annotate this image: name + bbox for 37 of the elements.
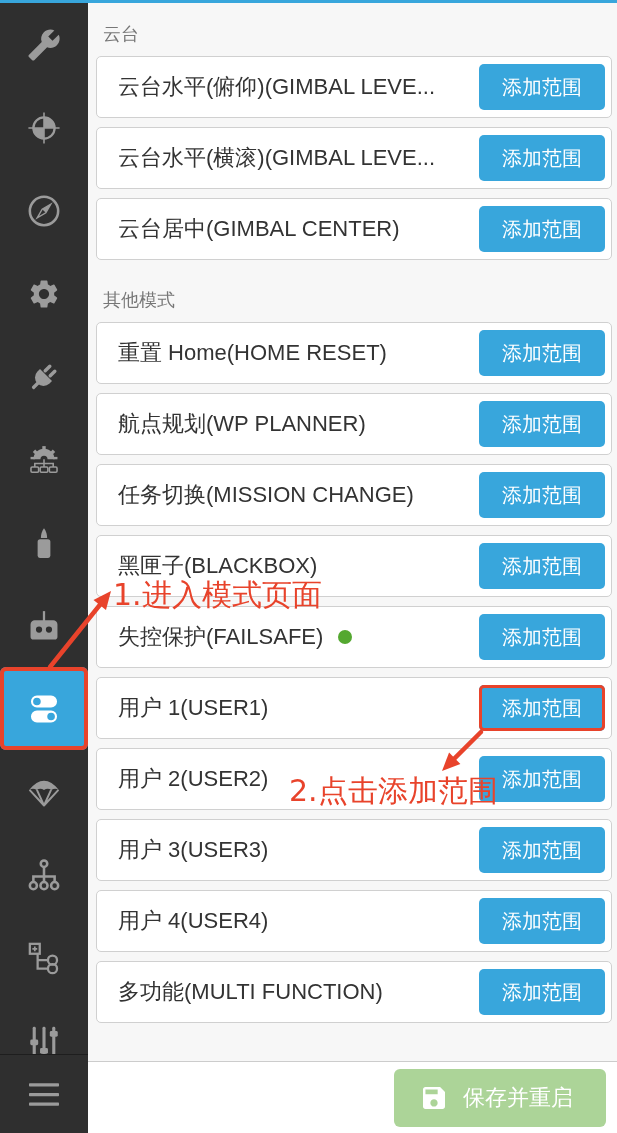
mode-label: 失控保护(FAILSAFE) — [118, 624, 324, 650]
menu-button[interactable] — [29, 1081, 59, 1107]
add-range-button[interactable]: 添加范围 — [479, 614, 605, 660]
mode-label: 黑匣子(BLACKBOX) — [118, 553, 318, 579]
mode-label: 任务切换(MISSION CHANGE) — [118, 482, 414, 508]
add-range-button[interactable]: 添加范围 — [479, 401, 605, 447]
mode-label: 云台居中(GIMBAL CENTER) — [118, 216, 400, 242]
mode-label: 多功能(MULTI FUNCTION) — [118, 979, 383, 1005]
add-range-button[interactable]: 添加范围 — [479, 64, 605, 110]
add-range-button[interactable]: 添加范围 — [479, 898, 605, 944]
add-range-button[interactable]: 添加范围 — [479, 330, 605, 376]
hierarchy-icon — [27, 857, 61, 892]
add-range-button[interactable]: 添加范围 — [479, 969, 605, 1015]
add-range-button[interactable]: 添加范围 — [479, 472, 605, 518]
crosshair-icon — [27, 110, 61, 145]
add-range-button[interactable]: 添加范围 — [479, 543, 605, 589]
sidebar-item[interactable] — [0, 667, 88, 750]
add-range-button[interactable]: 添加范围 — [479, 135, 605, 181]
add-range-button[interactable]: 添加范围 — [479, 827, 605, 873]
mode-label: 重置 Home(HOME RESET) — [118, 340, 387, 366]
wrench-icon — [27, 27, 61, 62]
compass-icon — [27, 193, 61, 228]
add-range-button[interactable]: 添加范围 — [479, 685, 605, 731]
mode-label: 用户 4(USER4) — [118, 908, 269, 934]
mode-label: 云台水平(俯仰)(GIMBAL LEVE... — [118, 74, 435, 100]
annotation-text: 1.进入模式页面 — [113, 580, 322, 610]
add-range-button[interactable]: 添加范围 — [479, 206, 605, 252]
mode-label: 用户 3(USER3) — [118, 837, 269, 863]
mode-label: 航点规划(WP PLANNER) — [118, 411, 366, 437]
menu-icon — [29, 1081, 59, 1107]
save-icon — [423, 1087, 445, 1109]
mode-label: 云台水平(横滚)(GIMBAL LEVE... — [118, 145, 435, 171]
section-heading: 其他模式 — [102, 289, 176, 311]
mode-label: 用户 2(USER2) — [118, 766, 269, 792]
tree-icon — [27, 940, 61, 975]
mode-label: 用户 1(USER1) — [118, 695, 269, 721]
section-heading: 云台 — [102, 23, 140, 45]
